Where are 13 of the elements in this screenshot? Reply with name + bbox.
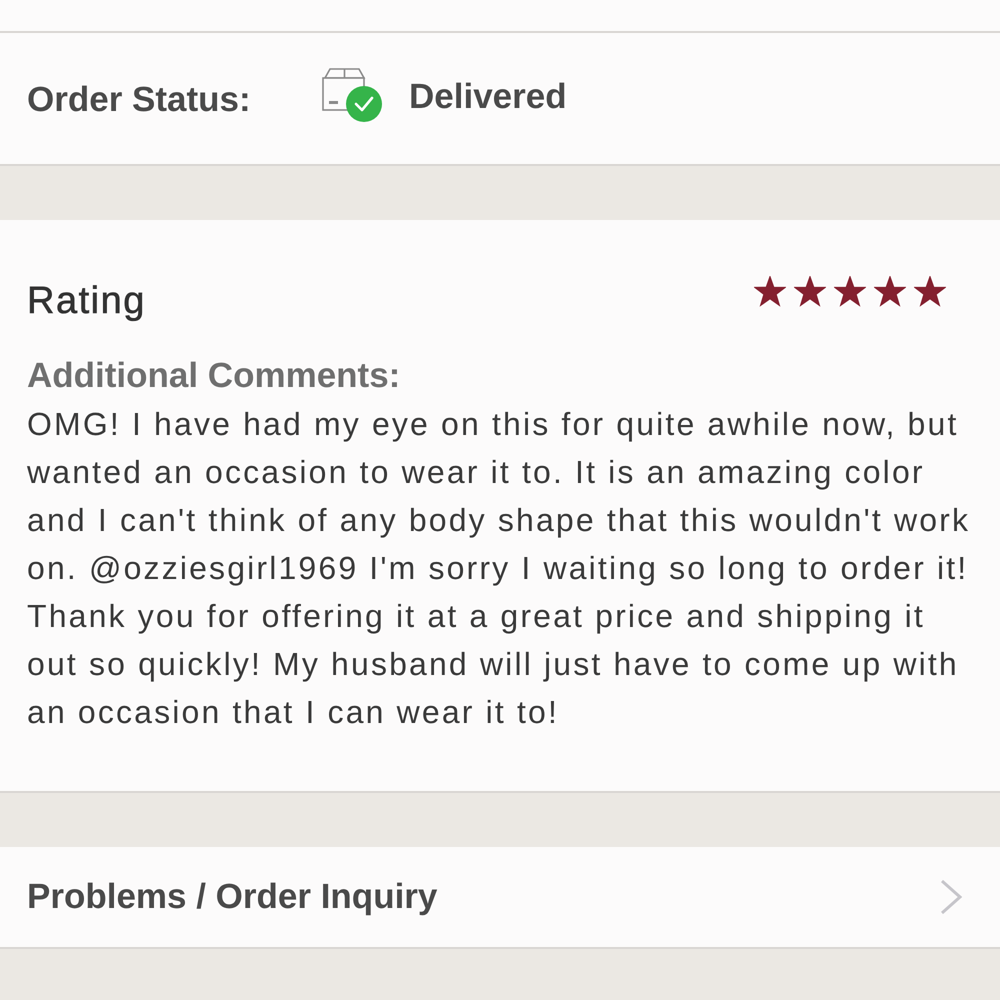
rating-title: Rating <box>27 279 146 323</box>
chevron-right-icon <box>940 879 962 915</box>
star-filled-icon <box>754 276 786 307</box>
order-inquiry-button[interactable]: Problems / Order Inquiry <box>0 847 1000 949</box>
star-filled-icon <box>874 276 906 307</box>
star-filled-icon <box>834 276 866 307</box>
order-status-label: Order Status: <box>27 78 252 120</box>
comments-label: Additional Comments: <box>27 355 402 397</box>
package-check-icon <box>322 68 383 123</box>
comment-text: OMG! I have had my eye on this for quite awhile now, but wanted an occasion to wear it to. It is an amazing color and I can't think of any body shape that this wouldn't work on. @ozziesgirl1969 I'm sorry I waiting so long to order it! Thank you for offering it at a great price and shipping it out so quickly! My husband will just have to come up with an occasion that I can wear it to! <box>27 405 972 732</box>
order-status-value: Delivered <box>409 76 567 118</box>
star-filled-icon <box>914 276 946 307</box>
star-filled-icon <box>794 276 826 307</box>
